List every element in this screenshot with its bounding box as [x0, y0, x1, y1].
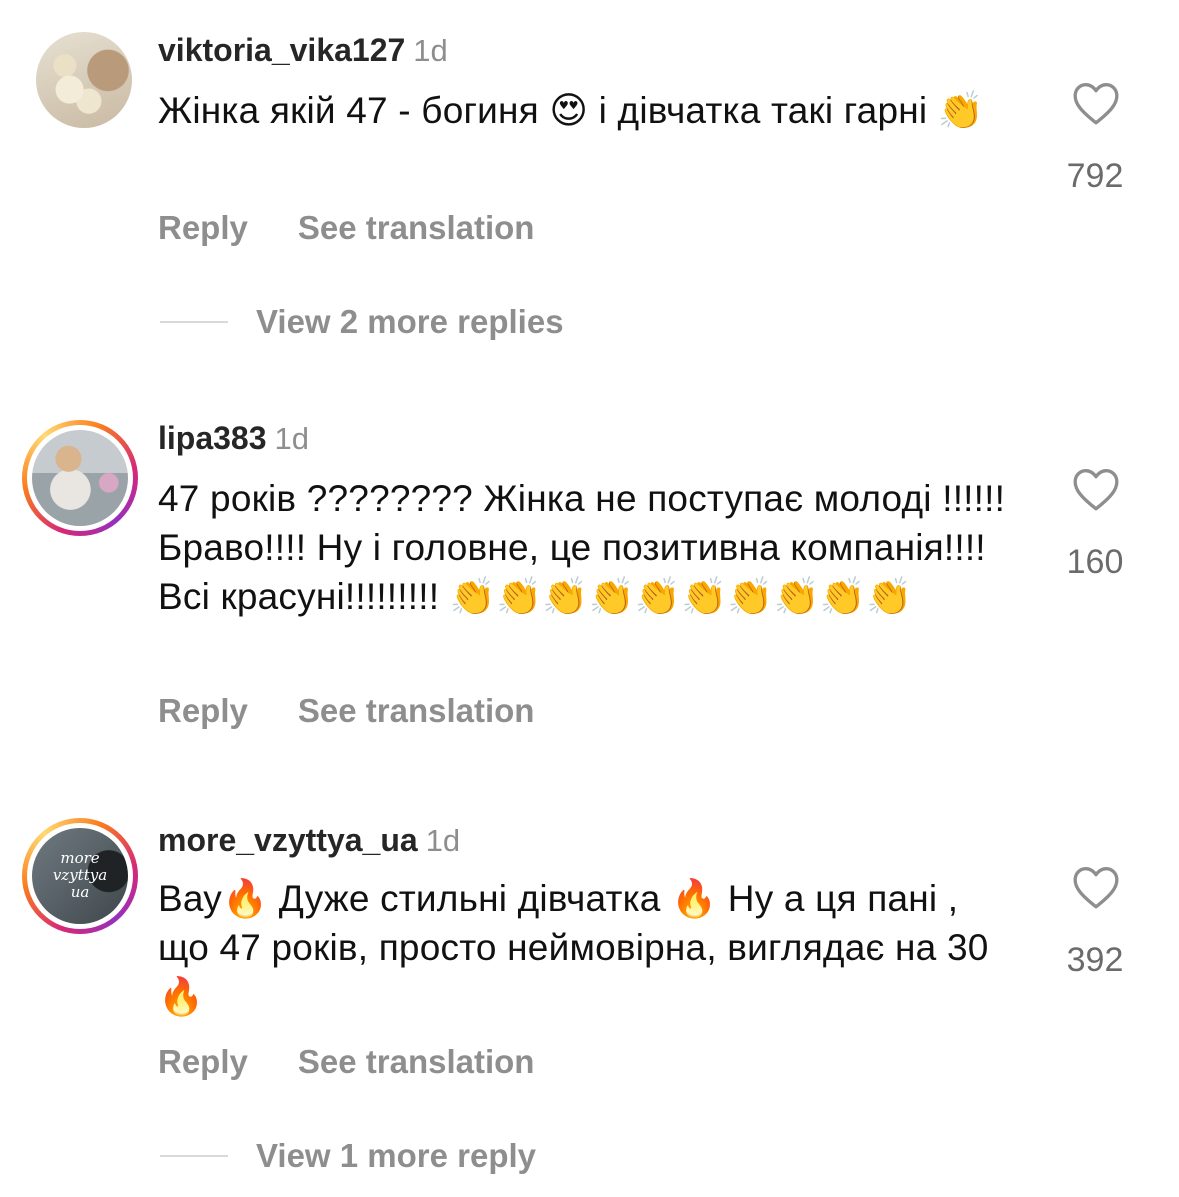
like-button[interactable]: [1060, 864, 1132, 910]
comment-text: Вау🔥 Дуже стильні дівчатка 🔥 Ну а ця пан…: [158, 878, 989, 1017]
view-more-replies-button[interactable]: View 1 more reply: [160, 1136, 536, 1176]
comment-actions: Reply See translation: [158, 1042, 534, 1082]
comment-item: more vzyttya ua more_vzyttya_ua 1d Вау🔥 Д…: [0, 0, 1179, 1197]
username[interactable]: more_vzyttya_ua: [158, 822, 418, 858]
story-ring[interactable]: more vzyttya ua: [22, 818, 138, 934]
view-more-replies-label: View 1 more reply: [256, 1137, 537, 1174]
comment-header: more_vzyttya_ua 1d: [158, 820, 460, 861]
reply-button[interactable]: Reply: [158, 1043, 248, 1080]
divider: [160, 1155, 228, 1157]
heart-outline-icon[interactable]: [1071, 864, 1121, 910]
avatar-logo-text: more vzyttya ua: [52, 849, 108, 901]
see-translation-button[interactable]: See translation: [298, 1043, 535, 1080]
timestamp: 1d: [425, 823, 461, 858]
avatar[interactable]: more vzyttya ua: [32, 828, 128, 924]
like-count: 392: [1066, 941, 1124, 979]
